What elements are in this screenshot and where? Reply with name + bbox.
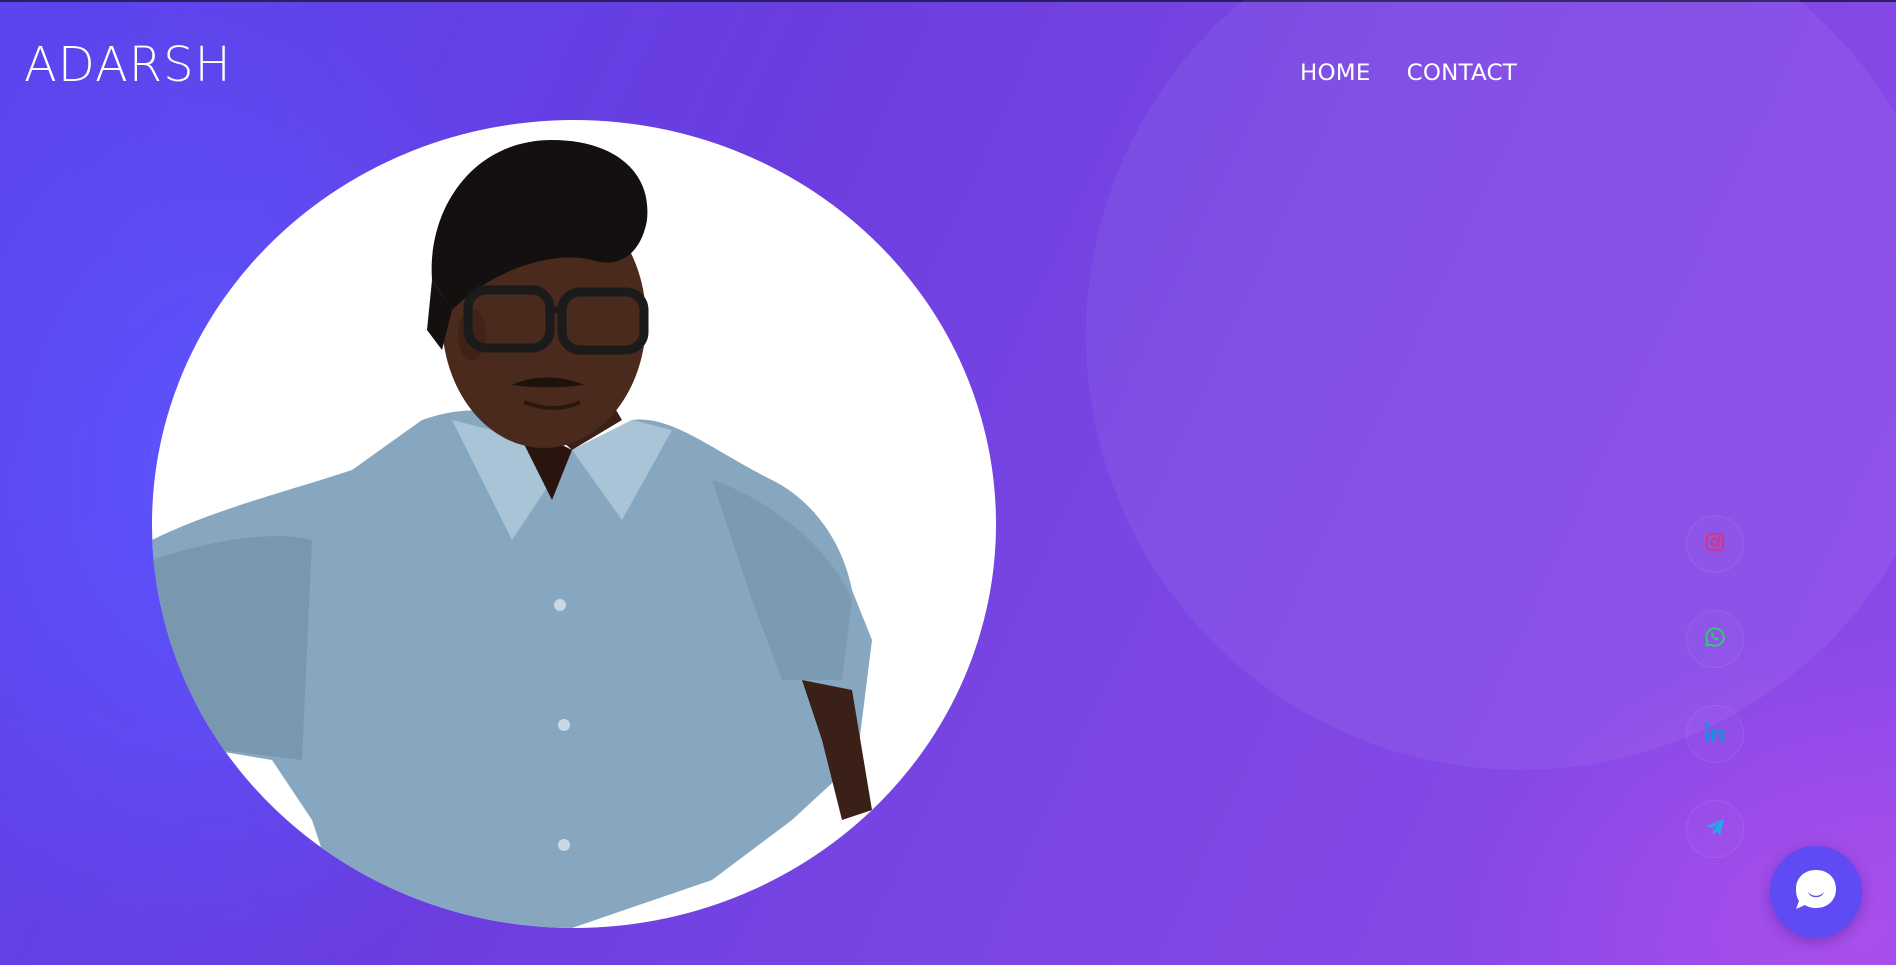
profile-photo-illustration <box>152 140 872 928</box>
whatsapp-icon <box>1704 626 1726 652</box>
linkedin-link[interactable] <box>1686 705 1744 763</box>
chat-widget-button[interactable] <box>1770 846 1862 938</box>
page-background: ADARSH HOME CONTACT <box>0 0 1896 965</box>
nav-home-link[interactable]: HOME <box>1300 60 1371 85</box>
site-logo[interactable]: ADARSH <box>24 36 232 94</box>
instagram-link[interactable] <box>1686 515 1744 573</box>
chat-bubble-icon <box>1792 866 1840 918</box>
decorative-circle <box>1086 0 1896 770</box>
telegram-link[interactable] <box>1686 800 1744 858</box>
linkedin-icon <box>1703 721 1727 747</box>
whatsapp-link[interactable] <box>1686 610 1744 668</box>
instagram-icon <box>1704 531 1726 557</box>
nav-contact-link[interactable]: CONTACT <box>1407 60 1517 85</box>
telegram-icon <box>1704 817 1726 841</box>
profile-photo <box>152 120 996 928</box>
main-nav: HOME CONTACT <box>1300 60 1517 86</box>
